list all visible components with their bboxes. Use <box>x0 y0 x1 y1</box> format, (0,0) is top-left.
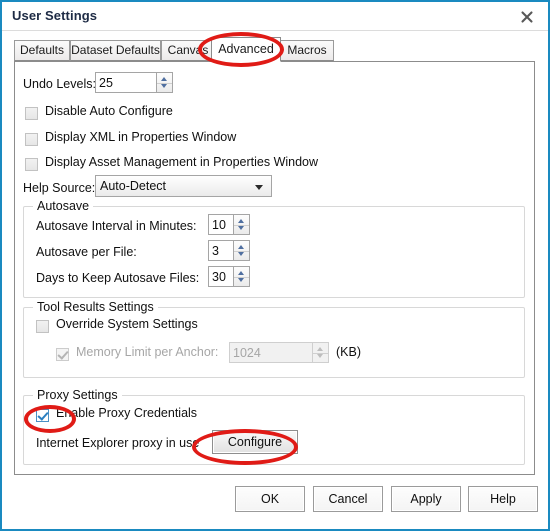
undo-levels-stepper[interactable] <box>156 72 173 93</box>
checkbox-display-asset-management[interactable] <box>25 158 38 171</box>
apply-button[interactable]: Apply <box>391 486 461 512</box>
tool-results-settings-group: Tool Results Settings Override System Se… <box>23 300 525 378</box>
label-display-asset-management: Display Asset Management in Properties W… <box>45 155 319 169</box>
stepper-up-icon[interactable] <box>238 271 244 275</box>
stepper-up-icon[interactable] <box>238 245 244 249</box>
stepper-up-icon[interactable] <box>238 219 244 223</box>
cancel-button[interactable]: Cancel <box>313 486 383 512</box>
help-source-label: Help Source: <box>23 181 96 195</box>
label-memory-limit-per-anchor: Memory Limit per Anchor: <box>76 345 219 359</box>
help-source-value: Auto-Detect <box>100 179 167 193</box>
autosave-interval-stepper[interactable] <box>233 214 250 235</box>
checkbox-enable-proxy-credentials[interactable] <box>36 409 49 422</box>
label-override-system-settings: Override System Settings <box>56 317 198 331</box>
proxy-status-text: Internet Explorer proxy in use <box>36 436 200 450</box>
checkbox-display-xml[interactable] <box>25 133 38 146</box>
label-disable-auto-configure: Disable Auto Configure <box>45 104 173 118</box>
help-button[interactable]: Help <box>468 486 538 512</box>
close-icon[interactable] <box>512 4 542 28</box>
stepper-down-icon[interactable] <box>161 84 167 88</box>
autosave-days-label: Days to Keep Autosave Files: <box>36 271 200 285</box>
stepper-up-icon[interactable] <box>317 347 323 351</box>
tab-canvas[interactable]: Canvas <box>161 40 215 61</box>
window-title: User Settings <box>12 8 98 23</box>
autosave-per-file-stepper[interactable] <box>233 240 250 261</box>
tab-macros[interactable]: Macros <box>280 40 334 61</box>
tool-results-group-title: Tool Results Settings <box>33 300 158 314</box>
checkbox-override-system-settings[interactable] <box>36 320 49 333</box>
advanced-tab-panel: Undo Levels: Disable Auto Configure Disp… <box>14 61 535 475</box>
tab-defaults[interactable]: Defaults <box>14 40 70 61</box>
stepper-down-icon[interactable] <box>238 252 244 256</box>
tab-advanced[interactable]: Advanced <box>211 37 281 62</box>
autosave-per-file-label: Autosave per File: <box>36 245 137 259</box>
stepper-down-icon[interactable] <box>317 354 323 358</box>
label-display-xml: Display XML in Properties Window <box>45 130 237 144</box>
checkbox-disable-auto-configure[interactable] <box>25 107 38 120</box>
chevron-down-icon[interactable] <box>255 185 263 190</box>
tab-dataset-defaults[interactable]: Dataset Defaults <box>70 40 161 61</box>
ok-button[interactable]: OK <box>235 486 305 512</box>
configure-button[interactable]: Configure <box>212 430 298 454</box>
proxy-group-title: Proxy Settings <box>33 388 122 402</box>
undo-levels-label: Undo Levels: <box>23 77 96 91</box>
autosave-days-stepper[interactable] <box>233 266 250 287</box>
autosave-interval-label: Autosave Interval in Minutes: <box>36 219 197 233</box>
stepper-up-icon[interactable] <box>161 77 167 81</box>
label-enable-proxy-credentials: Enable Proxy Credentials <box>56 406 198 420</box>
autosave-group: Autosave Autosave Interval in Minutes: A… <box>23 199 525 298</box>
stepper-down-icon[interactable] <box>238 278 244 282</box>
memory-limit-units-label: (KB) <box>336 345 361 359</box>
checkbox-memory-limit-per-anchor[interactable] <box>56 348 69 361</box>
memory-limit-stepper[interactable] <box>312 342 329 363</box>
autosave-group-title: Autosave <box>33 199 94 213</box>
proxy-settings-group: Proxy Settings Enable Proxy Credentials … <box>23 388 525 465</box>
title-bar: User Settings <box>2 2 548 31</box>
stepper-down-icon[interactable] <box>238 226 244 230</box>
user-settings-dialog: User Settings Defaults Dataset Defaults … <box>0 0 550 531</box>
help-source-dropdown[interactable]: Auto-Detect <box>95 175 272 197</box>
